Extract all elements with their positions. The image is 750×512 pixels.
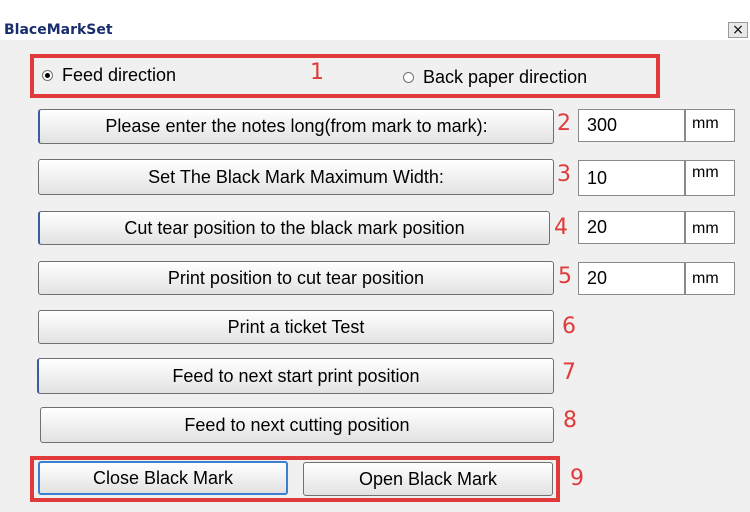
notes-long-unit: mm (692, 115, 719, 132)
close-icon[interactable]: × (728, 22, 748, 38)
back-paper-direction-label: Back paper direction (423, 66, 588, 87)
black-mark-max-width-input[interactable]: 10 (578, 160, 685, 196)
print-to-cut-tear-input[interactable]: 20 (578, 262, 685, 295)
blackmarkset-dialog: BlaceMarkSet × Feed direction Back paper… (0, 0, 750, 512)
annotation-number-5: 5 (558, 264, 572, 289)
feed-next-cutting-button[interactable]: Feed to next cutting position (40, 407, 554, 443)
cut-tear-to-mark-input[interactable]: 20 (578, 211, 685, 244)
feed-next-print-button[interactable]: Feed to next start print position (37, 358, 554, 394)
print-to-cut-unit: mm (692, 270, 719, 287)
cut-tear-unit: mm (692, 220, 719, 237)
radio-selected-icon (42, 69, 53, 81)
open-black-mark-button[interactable]: Open Black Mark (303, 462, 553, 496)
annotation-number-9: 9 (570, 466, 584, 491)
max-width-unit: mm (692, 164, 719, 181)
notes-long-input[interactable]: 300 (578, 109, 685, 142)
annotation-number-8: 8 (563, 408, 577, 433)
annotation-number-1: 1 (310, 60, 324, 85)
annotation-number-3: 3 (557, 162, 571, 187)
black-mark-max-width-button[interactable]: Set The Black Mark Maximum Width: (38, 159, 554, 195)
dialog-client: Feed direction Back paper direction 1 Pl… (0, 40, 750, 512)
print-ticket-test-button[interactable]: Print a ticket Test (38, 310, 554, 344)
window-title: BlaceMarkSet (4, 22, 113, 38)
notes-long-button[interactable]: Please enter the notes long(from mark to… (38, 109, 554, 144)
back-paper-direction-radio[interactable]: Back paper direction (403, 66, 587, 88)
annotation-number-2: 2 (557, 111, 571, 136)
feed-direction-label: Feed direction (62, 64, 177, 85)
feed-direction-radio[interactable]: Feed direction (42, 64, 176, 86)
annotation-number-6: 6 (562, 314, 576, 339)
print-to-cut-tear-button[interactable]: Print position to cut tear position (38, 261, 554, 295)
title-bar: BlaceMarkSet × (0, 0, 750, 40)
annotation-number-4: 4 (554, 215, 568, 240)
annotation-number-7: 7 (562, 360, 576, 385)
cut-tear-to-mark-button[interactable]: Cut tear position to the black mark posi… (38, 211, 550, 245)
close-black-mark-button[interactable]: Close Black Mark (38, 461, 288, 495)
radio-unselected-icon (403, 71, 414, 83)
